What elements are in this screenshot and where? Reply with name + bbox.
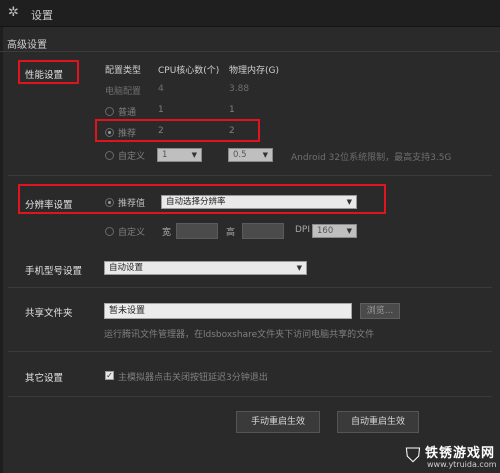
height-label: 高 — [226, 228, 236, 238]
browse-button[interactable]: 浏览... — [360, 303, 400, 319]
delay-exit-checkbox-label: 主模拟器点击关闭按钮延迟3分钟退出 — [118, 373, 268, 383]
width-input[interactable] — [176, 223, 218, 239]
auto-restart-button[interactable]: 自动重启生效 — [337, 411, 419, 433]
chevron-down-icon: ▼ — [296, 264, 302, 272]
chevron-down-icon: ▼ — [262, 151, 268, 159]
divider — [8, 175, 492, 176]
row-pc-config-name: 电脑配置 — [105, 87, 142, 97]
shield-icon: ⛉ — [405, 443, 421, 467]
watermark-name: 铁锈游戏网 — [425, 446, 496, 461]
manual-restart-button[interactable]: 手动重启生效 — [236, 411, 320, 433]
phone-model-dropdown[interactable]: 自动设置 ▼ — [104, 261, 307, 275]
row-pc-config-mem: 3.88 — [229, 84, 250, 94]
title-bar: ✲ 设置 — [0, 0, 500, 27]
custom-performance-label: 自定义 — [118, 152, 146, 162]
gear-icon: ✲ — [8, 5, 19, 20]
divider — [8, 351, 492, 352]
col-cpu-cores: CPU核心数(个) — [158, 66, 220, 76]
watermark: ⛉ 铁锈游戏网 www.ytruida.com — [402, 440, 500, 473]
chevron-down-icon: ▼ — [191, 151, 197, 159]
row-normal-cpu: 1 — [158, 105, 164, 115]
chevron-down-icon: ▼ — [346, 227, 352, 235]
row-normal-name: 普通 — [118, 108, 137, 118]
section-title: 高级设置 — [7, 40, 47, 51]
highlight-recommended-row — [95, 119, 260, 142]
shared-folder-path-field[interactable]: 暂未设置 — [104, 303, 352, 319]
watermark-url: www.ytruida.com — [427, 460, 497, 469]
highlight-resolution-row — [18, 184, 386, 214]
divider — [8, 396, 492, 397]
delay-exit-checkbox[interactable]: ✓ — [105, 371, 114, 380]
radio-custom-performance[interactable] — [105, 151, 114, 160]
resolution-custom-label: 自定义 — [118, 228, 146, 238]
dpi-label: DPI — [295, 225, 311, 235]
memory-limit-note: Android 32位系统限制，最高支持3.5G — [291, 153, 452, 163]
col-config-type: 配置类型 — [105, 66, 142, 76]
other-settings-label: 其它设置 — [25, 373, 64, 384]
header-divider — [0, 51, 500, 52]
custom-memory-dropdown[interactable]: 0.5 ▼ — [228, 148, 273, 162]
phone-model-value: 自动设置 — [109, 263, 144, 273]
divider — [8, 287, 492, 288]
left-edge-strip — [0, 27, 3, 473]
width-label: 宽 — [162, 228, 172, 238]
window-title: 设置 — [31, 9, 53, 22]
shared-folder-label: 共享文件夹 — [25, 308, 73, 319]
highlight-performance-label — [18, 60, 79, 84]
row-pc-config-cpu: 4 — [158, 84, 164, 94]
custom-memory-value: 0.5 — [233, 150, 247, 160]
radio-normal[interactable] — [105, 107, 114, 116]
dpi-dropdown[interactable]: 160 ▼ — [312, 224, 357, 238]
row-normal-mem: 1 — [229, 105, 235, 115]
shared-folder-hint: 运行腾讯文件管理器，在ldsboxshare文件夹下访问电脑共享的文件 — [104, 330, 375, 340]
height-input[interactable] — [242, 223, 284, 239]
col-memory: 物理内存(G) — [229, 66, 279, 76]
dpi-value: 160 — [317, 226, 334, 236]
phone-model-label: 手机型号设置 — [25, 266, 83, 277]
custom-cpu-dropdown[interactable]: 1 ▼ — [157, 148, 202, 162]
radio-resolution-custom[interactable] — [105, 227, 114, 236]
custom-cpu-value: 1 — [162, 150, 168, 160]
